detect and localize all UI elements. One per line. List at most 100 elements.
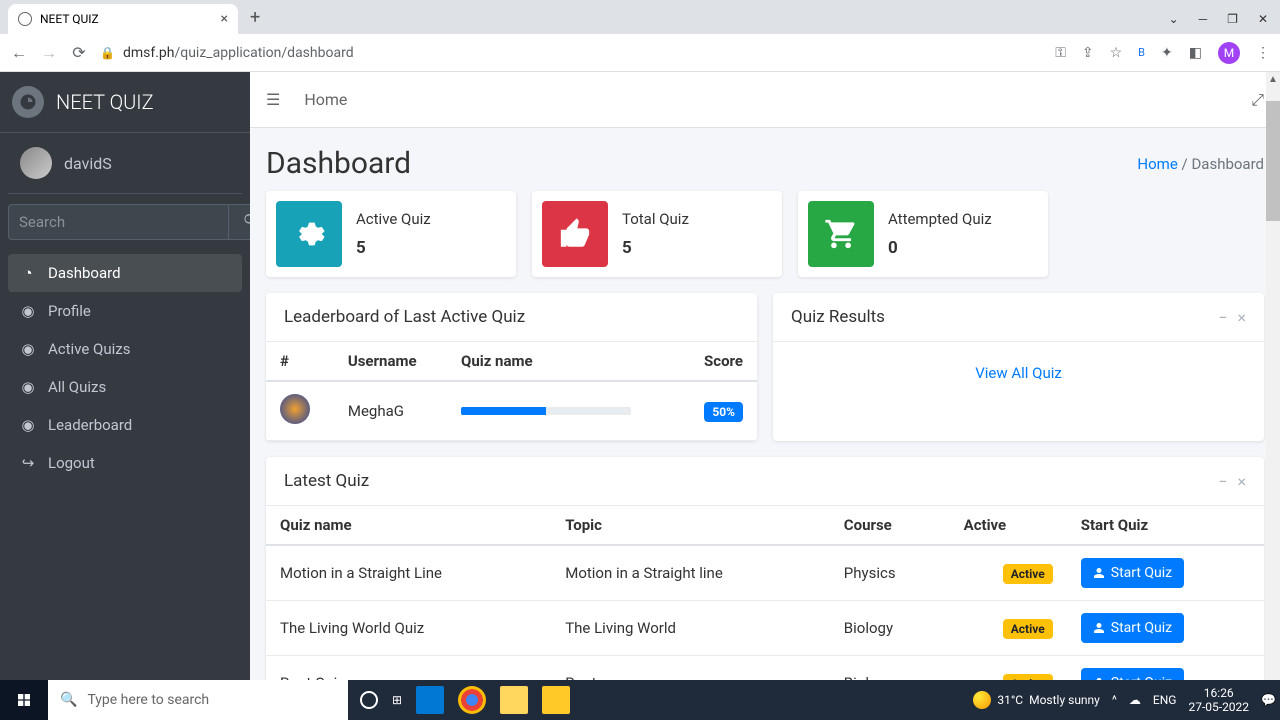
avatar [280, 394, 310, 424]
onedrive-icon[interactable]: ☁ [1129, 693, 1141, 707]
browser-tab[interactable]: NEET QUIZ × [8, 4, 238, 34]
sidebar-item-label: Active Quizs [48, 340, 130, 358]
panel-title: Quiz Results [791, 307, 885, 327]
stat-label: Total Quiz [622, 210, 689, 228]
sidebar-item-label: Leaderboard [48, 416, 132, 434]
brand[interactable]: NEET QUIZ [0, 72, 250, 133]
search-placeholder: Type here to search [87, 692, 209, 708]
url-field[interactable]: 🔒 dmsf.ph/quiz_application/dashboard [100, 45, 1043, 61]
results-panel: Quiz Results −× View All Quiz [773, 293, 1264, 441]
quiz-name: The Living World Quiz [266, 601, 551, 656]
stat-label: Attempted Quiz [888, 210, 992, 228]
table-row: The Living World QuizThe Living WorldBio… [266, 601, 1264, 656]
thumbs-up-icon [542, 201, 608, 267]
sidebar-item-label: Profile [48, 302, 91, 320]
start-quiz-button[interactable]: Start Quiz [1081, 668, 1184, 680]
col-quizname: Quiz name [447, 342, 679, 381]
language-indicator[interactable]: ENG [1153, 693, 1177, 707]
stat-label: Active Quiz [356, 210, 431, 228]
notes-icon[interactable] [542, 686, 570, 714]
status-badge: Active [1003, 564, 1053, 584]
sidebar-item-profile[interactable]: ◉Profile [8, 292, 242, 330]
forward-button[interactable]: → [40, 44, 58, 62]
bookmark-badge[interactable]: B [1138, 46, 1145, 59]
sidebar-item-logout[interactable]: ↪Logout [8, 444, 242, 482]
sidebar-item-label: All Quizs [48, 378, 106, 396]
user-avatar [20, 147, 52, 179]
address-bar: ← → ⟳ 🔒 dmsf.ph/quiz_application/dashboa… [0, 34, 1280, 72]
page-title: Dashboard [266, 146, 411, 181]
clock[interactable]: 16:26 27-05-2022 [1188, 686, 1249, 715]
start-quiz-button[interactable]: Start Quiz [1081, 613, 1184, 643]
key-icon[interactable]: ⚿ [1055, 45, 1066, 61]
logout-icon: ↪ [18, 454, 38, 472]
sidebar-item-active-quizs[interactable]: ◉ Active Quizs [8, 330, 242, 368]
close-window-icon[interactable]: ✕ [1258, 12, 1268, 26]
back-button[interactable]: ← [10, 44, 28, 62]
active-icon: ◉ [18, 340, 38, 358]
close-tab-icon[interactable]: × [221, 11, 228, 27]
menu-icon[interactable]: ⋮ [1256, 45, 1270, 61]
sidebar-item-dashboard[interactable]: ◔Dashboard [8, 254, 242, 292]
expand-icon[interactable]: ⤢ [1251, 90, 1264, 110]
start-button[interactable] [0, 680, 48, 720]
col-course: Course [830, 506, 950, 545]
window-controls: ⌄ ─ ❐ ✕ [1169, 12, 1280, 26]
breadcrumb-home[interactable]: Home [1137, 155, 1177, 173]
progress-bar [461, 407, 631, 415]
stat-value: 0 [888, 238, 992, 258]
new-tab-button[interactable]: + [250, 7, 260, 28]
explorer-icon[interactable] [500, 686, 528, 714]
tab-title: NEET QUIZ [40, 12, 99, 26]
chevron-up-icon[interactable]: ^ [1112, 693, 1117, 707]
close-panel-icon[interactable]: × [1237, 308, 1246, 327]
minimize-icon[interactable]: ─ [1199, 12, 1208, 26]
side-panel-icon[interactable]: ◧ [1189, 45, 1202, 61]
quiz-topic: Root [551, 656, 830, 681]
stat-card-active: Active Quiz 5 [266, 191, 516, 277]
col-score: Score [679, 342, 757, 381]
bookmark-icon[interactable]: ☆ [1110, 45, 1123, 61]
scrollbar[interactable]: ▲ [1266, 72, 1280, 680]
view-all-link[interactable]: View All Quiz [791, 356, 1246, 390]
stat-card-total: Total Quiz5 [532, 191, 782, 277]
profile-avatar[interactable]: M [1218, 42, 1240, 64]
start-quiz-button[interactable]: Start Quiz [1081, 558, 1184, 588]
taskbar-search[interactable]: 🔍Type here to search [48, 680, 348, 720]
all-icon: ◉ [18, 378, 38, 396]
table-row: Root QuizRootBiologyActiveStart Quiz [266, 656, 1264, 681]
col-quizname: Quiz name [266, 506, 551, 545]
share-icon[interactable]: ⇪ [1082, 45, 1094, 61]
quiz-topic: The Living World [551, 601, 830, 656]
sidebar-item-all-quizs[interactable]: ◉ All Quizs [8, 368, 242, 406]
topbar: ☰ Home ⤢ [250, 72, 1280, 128]
sidebar-item-leaderboard[interactable]: ◉Leaderboard [8, 406, 242, 444]
sidebar-search-input[interactable] [8, 204, 229, 240]
weather-widget[interactable]: 31°C Mostly sunny [973, 691, 1100, 709]
hamburger-icon[interactable]: ☰ [266, 90, 280, 109]
reload-button[interactable]: ⟳ [70, 44, 88, 62]
quiz-topic: Motion in a Straight line [551, 545, 830, 601]
username: MeghaG [334, 381, 447, 441]
chrome-icon[interactable] [458, 686, 486, 714]
time: 16:26 [1188, 686, 1249, 700]
maximize-icon[interactable]: ❐ [1227, 12, 1238, 26]
topbar-home-link[interactable]: Home [304, 90, 347, 109]
stat-value: 5 [356, 238, 431, 258]
chevron-down-icon[interactable]: ⌄ [1169, 12, 1179, 26]
vscode-icon[interactable] [416, 686, 444, 714]
sidebar: NEET QUIZ davidS ◔Dashboard ◉Profile ◉Ac… [0, 72, 250, 680]
stat-card-attempted: Attempted Quiz 0 [798, 191, 1048, 277]
task-view-icon[interactable]: ⊞ [392, 693, 402, 707]
weather-text: Mostly sunny [1029, 693, 1100, 707]
minimize-panel-icon[interactable]: − [1218, 472, 1227, 491]
col-username: Username [334, 342, 447, 381]
notifications-icon[interactable]: 💬 [1261, 693, 1276, 707]
cortana-icon[interactable] [360, 691, 378, 709]
user-panel[interactable]: davidS [8, 133, 242, 194]
close-panel-icon[interactable]: × [1237, 472, 1246, 491]
extensions-icon[interactable]: ✦ [1161, 45, 1173, 61]
col-active: Active [950, 506, 1067, 545]
quiz-name: Motion in a Straight Line [266, 545, 551, 601]
minimize-panel-icon[interactable]: − [1218, 308, 1227, 327]
